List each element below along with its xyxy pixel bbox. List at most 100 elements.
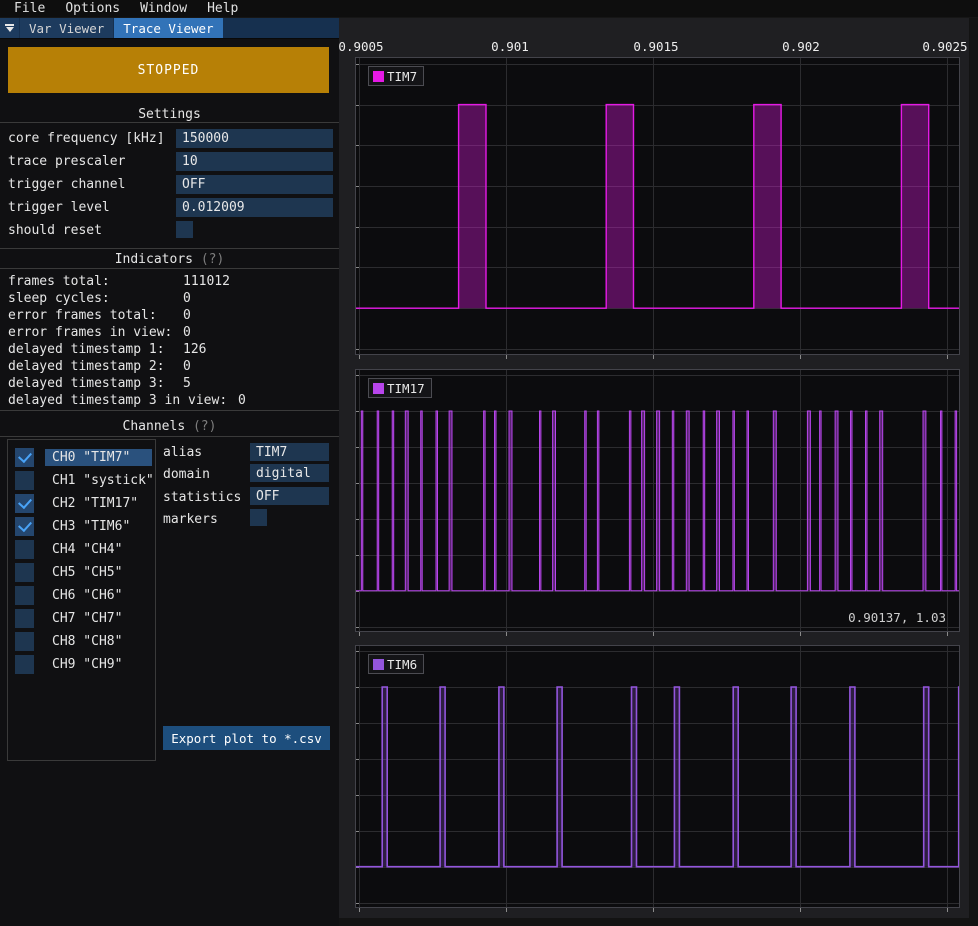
export-csv-button[interactable]: Export plot to *.csv <box>163 726 330 750</box>
setting-row-should-reset: should reset <box>0 221 339 240</box>
export-csv-label: Export plot to *.csv <box>171 731 322 746</box>
channel-label-ch3[interactable]: CH3 "TIM6" <box>45 518 152 535</box>
channel-label-ch8[interactable]: CH8 "CH8" <box>45 633 152 650</box>
channel-checkbox-ch6[interactable] <box>15 586 34 605</box>
indicator-label: error frames total: <box>8 308 157 323</box>
alias-label: alias <box>163 445 202 460</box>
plot-tim6[interactable]: TIM6 <box>355 645 960 913</box>
channel-label-ch2[interactable]: CH2 "TIM17" <box>45 495 152 512</box>
channel-checkbox-ch3[interactable] <box>15 517 34 536</box>
indicator-value: 5 <box>183 376 191 391</box>
legend-tim7[interactable]: TIM7 <box>368 66 424 86</box>
waveform-canvas-tim17[interactable] <box>355 369 960 637</box>
channel-label-ch0[interactable]: CH0 "TIM7" <box>45 449 152 466</box>
channel-checkbox-ch9[interactable] <box>15 655 34 674</box>
tab-var-viewer-label: Var Viewer <box>29 21 104 36</box>
indicator-row-3: error frames in view:0 <box>0 325 339 342</box>
indicator-label: delayed timestamp 3: <box>8 376 165 391</box>
tab-var-viewer[interactable]: Var Viewer <box>20 18 113 38</box>
separator <box>0 122 339 123</box>
acquisition-state-label: STOPPED <box>138 63 200 78</box>
channel-row-ch4[interactable]: CH4 "CH4" <box>15 540 155 559</box>
x-tick-label: 0.9015 <box>633 39 678 54</box>
channel-row-ch7[interactable]: CH7 "CH7" <box>15 609 155 628</box>
markers-checkbox[interactable] <box>250 509 267 526</box>
trigger-level-label: trigger level <box>8 200 110 215</box>
tab-trace-viewer-label: Trace Viewer <box>123 21 213 36</box>
channel-label-ch9[interactable]: CH9 "CH9" <box>45 656 152 673</box>
channel-row-ch8[interactable]: CH8 "CH8" <box>15 632 155 651</box>
domain-label: domain <box>163 467 210 482</box>
trace-prescaler-input[interactable] <box>176 152 333 171</box>
channel-row-ch9[interactable]: CH9 "CH9" <box>15 655 155 674</box>
setting-row-core-frequency: core frequency [kHz] <box>0 129 339 148</box>
channel-row-ch6[interactable]: CH6 "CH6" <box>15 586 155 605</box>
channel-label-ch4[interactable]: CH4 "CH4" <box>45 541 152 558</box>
channel-checkbox-ch4[interactable] <box>15 540 34 559</box>
settings-header: Settings <box>0 107 339 122</box>
channel-row-ch2[interactable]: CH2 "TIM17" <box>15 494 155 513</box>
indicator-row-1: sleep cycles:0 <box>0 291 339 308</box>
legend-label-tim6: TIM6 <box>387 659 417 670</box>
tab-list-button[interactable] <box>0 18 19 38</box>
channel-checkbox-ch2[interactable] <box>15 494 34 513</box>
alias-input[interactable] <box>250 443 329 461</box>
channel-label-ch7[interactable]: CH7 "CH7" <box>45 610 152 627</box>
chevron-down-icon <box>6 27 14 32</box>
plot-tim17[interactable]: TIM17 0.90137, 1.03 <box>355 369 960 637</box>
channel-checkbox-ch7[interactable] <box>15 609 34 628</box>
channel-list[interactable]: CH0 "TIM7" CH1 "systick" CH2 "TIM17" CH3 "T… <box>7 439 156 761</box>
legend-label-tim17: TIM17 <box>387 383 425 394</box>
indicator-value: 111012 <box>183 274 230 289</box>
tab-trace-viewer[interactable]: Trace Viewer <box>114 18 222 38</box>
indicator-row-6: delayed timestamp 3: 5 <box>0 376 339 393</box>
menu-window[interactable]: Window <box>130 0 197 17</box>
panel-rim <box>969 18 978 926</box>
markers-label: markers <box>163 512 218 527</box>
channel-label-ch1[interactable]: CH1 "systick" <box>45 472 152 489</box>
statistics-combo[interactable] <box>250 487 329 505</box>
waveform-canvas-tim6[interactable] <box>355 645 960 913</box>
panel-rim <box>339 918 978 926</box>
cursor-position-readout: 0.90137, 1.03 <box>848 610 946 625</box>
channel-checkbox-ch5[interactable] <box>15 563 34 582</box>
indicator-label: delayed timestamp 3 in view: <box>8 393 227 408</box>
trigger-channel-label: trigger channel <box>8 177 125 192</box>
separator <box>0 248 339 249</box>
channel-label-ch5[interactable]: CH5 "CH5" <box>45 564 152 581</box>
channel-checkbox-ch1[interactable] <box>15 471 34 490</box>
plot-tim7[interactable]: TIM7 <box>355 57 960 360</box>
separator <box>0 268 339 269</box>
legend-tim6[interactable]: TIM6 <box>368 654 424 674</box>
channel-row-ch5[interactable]: CH5 "CH5" <box>15 563 155 582</box>
menu-bar: File Options Window Help <box>0 0 978 18</box>
menu-help[interactable]: Help <box>197 0 248 17</box>
separator <box>0 436 339 437</box>
channel-checkbox-ch8[interactable] <box>15 632 34 651</box>
setting-row-trigger-channel: trigger channel <box>0 175 339 194</box>
should-reset-label: should reset <box>8 223 102 238</box>
should-reset-checkbox[interactable] <box>176 221 193 238</box>
help-icon[interactable]: (?) <box>193 419 216 434</box>
channel-label-ch6[interactable]: CH6 "CH6" <box>45 587 152 604</box>
x-tick-label: 0.901 <box>491 39 529 54</box>
channel-row-ch3[interactable]: CH3 "TIM6" <box>15 517 155 536</box>
setting-row-trigger-level: trigger level <box>0 198 339 217</box>
trigger-channel-combo[interactable] <box>176 175 333 194</box>
core-frequency-input[interactable] <box>176 129 333 148</box>
waveform-canvas-tim7[interactable] <box>355 57 960 360</box>
domain-combo[interactable] <box>250 464 329 482</box>
help-icon[interactable]: (?) <box>201 252 224 267</box>
indicator-value: 0 <box>183 291 191 306</box>
menu-options[interactable]: Options <box>55 0 130 17</box>
legend-swatch-tim6 <box>373 659 384 670</box>
menu-file[interactable]: File <box>4 0 55 17</box>
channel-row-ch0[interactable]: CH0 "TIM7" <box>15 448 155 467</box>
channel-row-ch1[interactable]: CH1 "systick" <box>15 471 155 490</box>
acquisition-state-button[interactable]: STOPPED <box>8 47 329 93</box>
channel-checkbox-ch0[interactable] <box>15 448 34 467</box>
indicator-row-0: frames total:111012 <box>0 274 339 291</box>
legend-tim17[interactable]: TIM17 <box>368 378 432 398</box>
channels-header: Channels (?) <box>0 419 339 434</box>
trigger-level-input[interactable] <box>176 198 333 217</box>
